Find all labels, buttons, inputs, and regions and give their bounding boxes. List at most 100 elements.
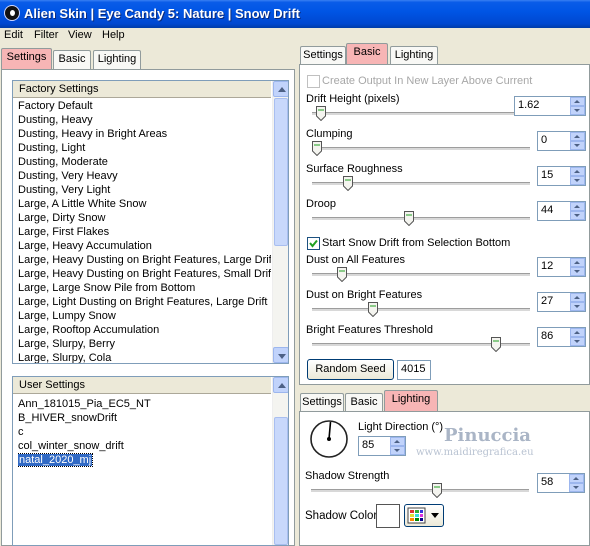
scroll-down-icon[interactable] bbox=[273, 347, 288, 363]
shadow-strength-slider-thumb[interactable] bbox=[431, 483, 442, 498]
user-scroll-thumb[interactable] bbox=[274, 417, 288, 545]
scroll-up-icon[interactable] bbox=[273, 377, 288, 393]
drift-height-field[interactable]: 1.62 bbox=[514, 96, 586, 116]
list-item[interactable]: Ann_181015_Pia_EC5_NT bbox=[18, 397, 271, 411]
droop-value: 44 bbox=[541, 204, 554, 216]
random-seed-button[interactable]: Random Seed bbox=[307, 359, 394, 380]
light-direction-dial[interactable] bbox=[309, 419, 349, 459]
list-item[interactable]: Dusting, Moderate bbox=[18, 155, 271, 169]
spin-up-icon[interactable] bbox=[570, 293, 585, 302]
list-item[interactable]: Large, A Little White Snow bbox=[18, 197, 271, 211]
bright-threshold-value: 86 bbox=[541, 330, 554, 342]
factory-settings-header: Factory Settings bbox=[13, 81, 271, 98]
color-picker-button[interactable] bbox=[404, 504, 444, 527]
shadow-color-swatch[interactable] bbox=[376, 504, 400, 528]
list-item[interactable]: Large, Heavy Accumulation bbox=[18, 239, 271, 253]
list-item[interactable]: B_HIVER_snowDrift bbox=[18, 411, 271, 425]
clumping-slider-thumb[interactable] bbox=[312, 141, 322, 156]
drift-height-slider[interactable] bbox=[312, 112, 530, 116]
tab-lower-settings[interactable]: Settings bbox=[300, 393, 344, 412]
list-item[interactable]: Large, Rooftop Accumulation bbox=[18, 323, 271, 337]
list-item[interactable]: Large, Slurpy, Berry bbox=[18, 337, 271, 351]
list-item[interactable]: col_winter_snow_drift bbox=[18, 439, 271, 453]
dust-all-slider-thumb[interactable] bbox=[336, 267, 347, 282]
droop-slider-thumb[interactable] bbox=[403, 211, 414, 226]
list-item[interactable]: Dusting, Very Heavy bbox=[18, 169, 271, 183]
spin-up-icon[interactable] bbox=[569, 474, 584, 483]
spin-up-icon[interactable] bbox=[570, 167, 585, 176]
spin-down-icon[interactable] bbox=[570, 337, 585, 346]
list-item[interactable]: Large, Dirty Snow bbox=[18, 211, 271, 225]
dust-bright-slider-thumb[interactable] bbox=[368, 302, 379, 317]
list-item[interactable]: Dusting, Light bbox=[18, 141, 271, 155]
tab-left-basic[interactable]: Basic bbox=[53, 50, 91, 69]
list-item[interactable]: Large, First Flakes bbox=[18, 225, 271, 239]
spin-up-icon[interactable] bbox=[570, 132, 585, 141]
spin-up-icon[interactable] bbox=[570, 202, 585, 211]
spin-down-icon[interactable] bbox=[570, 302, 585, 311]
dust-all-value: 12 bbox=[541, 260, 554, 272]
menu-filter[interactable]: Filter bbox=[34, 29, 58, 41]
list-item[interactable]: c bbox=[18, 425, 271, 439]
clumping-slider[interactable] bbox=[312, 147, 530, 151]
spin-up-icon[interactable] bbox=[570, 258, 585, 267]
clumping-field[interactable]: 0 bbox=[537, 131, 586, 151]
list-item[interactable]: Large, Heavy Dusting on Bright Features,… bbox=[18, 267, 271, 281]
droop-field[interactable]: 44 bbox=[537, 201, 586, 221]
scroll-up-icon[interactable] bbox=[273, 81, 288, 97]
droop-slider[interactable] bbox=[312, 217, 530, 221]
tab-right-settings[interactable]: Settings bbox=[300, 46, 346, 65]
tab-left-settings[interactable]: Settings bbox=[1, 48, 52, 69]
light-direction-field[interactable]: 85 bbox=[358, 436, 406, 456]
tab-right-basic[interactable]: Basic bbox=[346, 43, 388, 64]
spin-up-icon[interactable] bbox=[570, 97, 585, 106]
list-item[interactable]: natal_2020_mj bbox=[18, 453, 271, 467]
spin-up-icon[interactable] bbox=[570, 328, 585, 337]
list-item[interactable]: Large, Light Dusting on Bright Features,… bbox=[18, 295, 271, 309]
menu-view[interactable]: View bbox=[68, 29, 92, 41]
factory-scroll-thumb[interactable] bbox=[274, 98, 288, 246]
spin-down-icon[interactable] bbox=[570, 141, 585, 150]
tab-lower-lighting[interactable]: Lighting bbox=[384, 390, 438, 411]
spin-down-icon[interactable] bbox=[570, 106, 585, 115]
dust-bright-slider[interactable] bbox=[312, 308, 530, 312]
menu-help[interactable]: Help bbox=[102, 29, 125, 41]
bright-threshold-field[interactable]: 86 bbox=[537, 327, 586, 347]
drift-height-slider-thumb[interactable] bbox=[316, 106, 327, 121]
app-icon bbox=[4, 5, 20, 21]
factory-scrollbar[interactable] bbox=[272, 81, 288, 363]
create-output-checkbox[interactable] bbox=[307, 75, 320, 88]
spin-down-icon[interactable] bbox=[570, 211, 585, 220]
list-item[interactable]: Large, Heavy Dusting on Bright Features,… bbox=[18, 253, 271, 267]
list-item[interactable]: Factory Default bbox=[18, 99, 271, 113]
list-item[interactable]: Dusting, Heavy in Bright Areas bbox=[18, 127, 271, 141]
shadow-strength-field[interactable]: 58 bbox=[537, 473, 585, 493]
menu-edit[interactable]: Edit bbox=[4, 29, 23, 41]
bright-threshold-slider-thumb[interactable] bbox=[490, 337, 501, 352]
start-drift-checkbox[interactable] bbox=[307, 237, 320, 250]
surface-roughness-field[interactable]: 15 bbox=[537, 166, 586, 186]
tab-right-lighting[interactable]: Lighting bbox=[390, 46, 438, 65]
spin-down-icon[interactable] bbox=[570, 176, 585, 185]
random-seed-field[interactable]: 4015 bbox=[397, 360, 431, 380]
user-scrollbar[interactable] bbox=[272, 377, 288, 545]
factory-settings-list[interactable]: Factory Settings Factory Default Dusting,… bbox=[12, 80, 289, 364]
list-item[interactable]: Large, Large Snow Pile from Bottom bbox=[18, 281, 271, 295]
shadow-strength-slider[interactable] bbox=[311, 489, 529, 493]
list-item-label: Dusting, Moderate bbox=[18, 156, 108, 168]
dust-all-field[interactable]: 12 bbox=[537, 257, 586, 277]
tab-lower-basic[interactable]: Basic bbox=[345, 393, 383, 412]
list-item[interactable]: Dusting, Very Light bbox=[18, 183, 271, 197]
tab-left-lighting[interactable]: Lighting bbox=[93, 50, 141, 69]
spin-down-icon[interactable] bbox=[390, 446, 405, 455]
list-item[interactable]: Large, Slurpy, Cola bbox=[18, 351, 271, 363]
dust-bright-field[interactable]: 27 bbox=[537, 292, 586, 312]
surface-roughness-slider-thumb[interactable] bbox=[343, 176, 354, 191]
spin-up-icon[interactable] bbox=[390, 437, 405, 446]
spin-down-icon[interactable] bbox=[570, 267, 585, 276]
list-item[interactable]: Dusting, Heavy bbox=[18, 113, 271, 127]
user-settings-list[interactable]: User Settings Ann_181015_Pia_EC5_NT B_HIV… bbox=[12, 376, 289, 546]
list-item[interactable]: Large, Lumpy Snow bbox=[18, 309, 271, 323]
spin-down-icon[interactable] bbox=[569, 483, 584, 492]
surface-roughness-label: Surface Roughness bbox=[306, 163, 403, 175]
